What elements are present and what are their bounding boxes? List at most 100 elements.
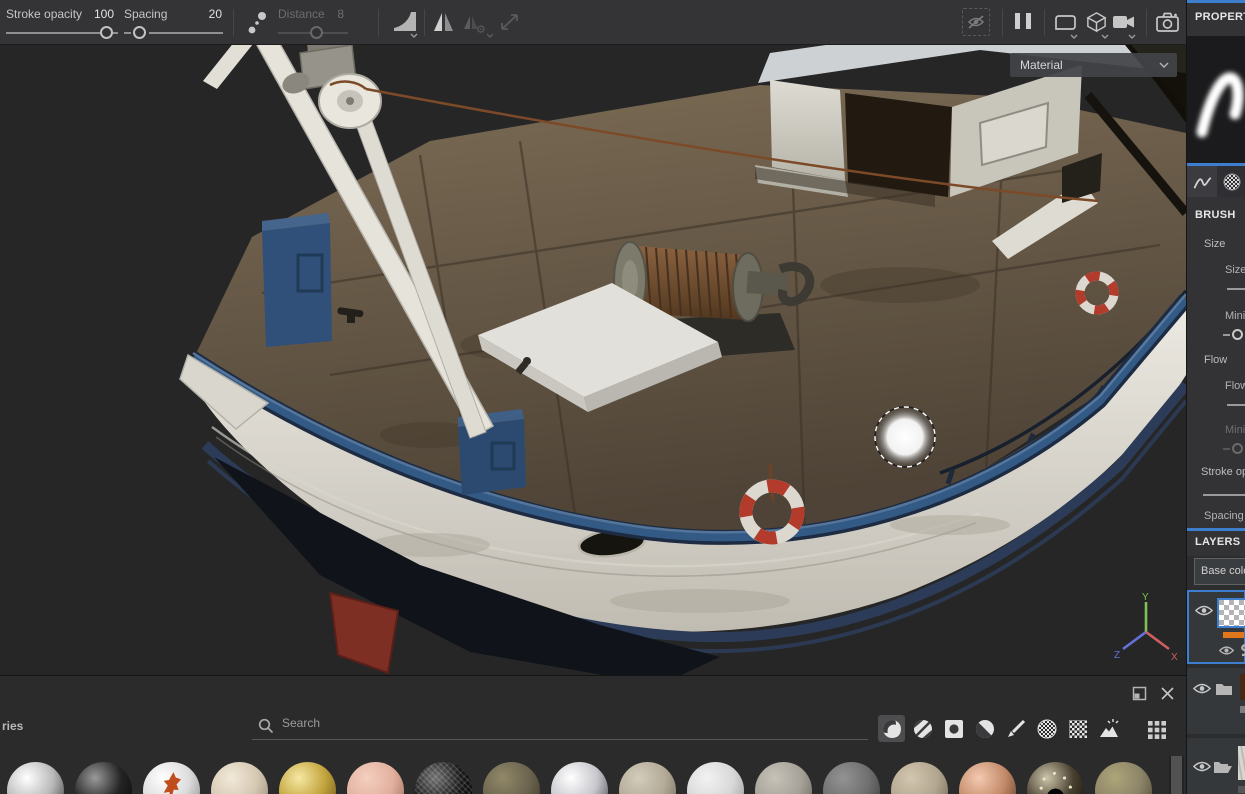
material-sphere[interactable] xyxy=(959,762,1016,794)
chevron-down-icon[interactable] xyxy=(410,33,418,38)
pause-icon[interactable] xyxy=(1012,13,1034,29)
layer-visibility-eye-icon[interactable] xyxy=(1193,682,1211,695)
channel-filter-dropdown[interactable]: Base color xyxy=(1194,558,1245,585)
spacing-slider-handle[interactable] xyxy=(133,26,146,39)
shelf-breadcrumb[interactable]: ries xyxy=(2,719,23,733)
display-mode-icon[interactable] xyxy=(1053,13,1078,32)
tab-alpha[interactable] xyxy=(1217,166,1245,197)
material-sphere[interactable] xyxy=(143,762,200,794)
substance-painter-window: Stroke opacity 100 Spacing 20 Distance 8… xyxy=(0,0,1245,794)
material-sphere[interactable] xyxy=(823,762,880,794)
smart-material-sphere-icon xyxy=(912,718,934,740)
material-sphere[interactable] xyxy=(687,762,744,794)
material-sphere[interactable] xyxy=(483,762,540,794)
distance-slider-handle xyxy=(310,26,323,39)
material-sphere[interactable] xyxy=(7,762,64,794)
material-sphere[interactable] xyxy=(1095,762,1152,794)
search-input[interactable] xyxy=(282,716,842,730)
spacing-value[interactable]: 20 xyxy=(196,7,222,21)
axis-x-label: X xyxy=(1171,652,1178,663)
material-sphere[interactable] xyxy=(75,762,132,794)
paint-through-icon xyxy=(962,8,990,36)
symmetry-settings-icon: ⚙ xyxy=(462,12,488,34)
chevron-down-icon[interactable] xyxy=(1070,34,1078,39)
stroke-opacity-slider-handle[interactable] xyxy=(100,26,113,39)
axis-y-label: Y xyxy=(1142,592,1149,603)
layer-thumbnail[interactable] xyxy=(1217,598,1245,628)
layer-thumbnail[interactable] xyxy=(1240,674,1245,700)
close-panel-icon[interactable] xyxy=(1160,686,1175,704)
boat-3d-render xyxy=(0,45,1186,675)
material-sphere[interactable] xyxy=(415,762,472,794)
filter-brushes-button[interactable] xyxy=(1002,715,1029,742)
brush-toolbar: Stroke opacity 100 Spacing 20 Distance 8… xyxy=(0,0,1186,45)
material-sphere[interactable] xyxy=(619,762,676,794)
shelf-scrollbar[interactable] xyxy=(1169,756,1184,794)
texture-checker-icon xyxy=(1067,718,1089,740)
filter-smart-masks-button[interactable] xyxy=(940,715,967,742)
brush-stroke-icon xyxy=(1192,173,1212,191)
filter-textures-button[interactable] xyxy=(1064,715,1091,742)
shelf-display-options-icon[interactable] xyxy=(1147,720,1167,743)
shelf-filter-bar xyxy=(878,715,1122,742)
material-sphere[interactable] xyxy=(1027,762,1084,794)
material-sphere[interactable] xyxy=(279,762,336,794)
layer-visibility-eye-icon[interactable] xyxy=(1193,760,1211,773)
shelf-search[interactable] xyxy=(252,714,868,740)
panel-stroke-opacity-label: Stroke opacity xyxy=(1201,466,1245,478)
effect-stack-icon[interactable] xyxy=(1238,643,1245,657)
material-sphere[interactable] xyxy=(551,762,608,794)
symmetry-icon[interactable] xyxy=(432,11,456,33)
material-sphere[interactable] xyxy=(347,762,404,794)
chevron-down-icon[interactable] xyxy=(1101,34,1109,39)
min-flow-slider xyxy=(1223,448,1230,450)
filter-smart-materials-button[interactable] xyxy=(909,715,936,742)
shader-cube-icon[interactable] xyxy=(1085,11,1108,34)
spacing-slider-track[interactable] xyxy=(149,32,223,34)
camera-view-icon[interactable] xyxy=(1112,13,1136,31)
layer-visibility-eye-icon[interactable] xyxy=(1195,604,1213,617)
size-label: Size xyxy=(1225,264,1245,276)
viewport-3d-canvas[interactable]: Material Y Z X xyxy=(0,45,1186,675)
stroke-opacity-value[interactable]: 100 xyxy=(88,7,114,21)
shading-mode-dropdown[interactable]: Material xyxy=(1010,53,1177,77)
panel-stroke-opacity-slider[interactable] xyxy=(1203,494,1245,496)
tab-brush[interactable] xyxy=(1187,166,1217,197)
layer-thumbnail[interactable] xyxy=(1238,746,1245,780)
filter-materials-button[interactable] xyxy=(878,715,905,742)
size-slider[interactable] xyxy=(1227,288,1245,290)
spacing-label: Spacing xyxy=(124,7,167,21)
panel-accent-line xyxy=(1187,528,1245,531)
folder-open-icon xyxy=(1213,759,1233,774)
min-size-slider-handle[interactable] xyxy=(1232,329,1243,340)
layer-row-folder-open[interactable] xyxy=(1187,738,1245,794)
effect-visibility-eye-icon[interactable] xyxy=(1219,645,1234,656)
undock-panel-icon[interactable] xyxy=(1132,686,1147,704)
filter-environments-button[interactable] xyxy=(1095,715,1122,742)
flow-slider[interactable] xyxy=(1227,404,1245,406)
chevron-down-icon[interactable] xyxy=(1128,34,1136,39)
smart-mask-icon xyxy=(943,718,965,740)
toolbar-separator xyxy=(1002,9,1003,36)
spacing-slider[interactable] xyxy=(124,32,131,34)
falloff-curve-icon[interactable] xyxy=(392,10,418,34)
stars-overlay xyxy=(1027,762,1084,794)
filter-alphas-button[interactable] xyxy=(1033,715,1060,742)
material-sphere[interactable] xyxy=(755,762,812,794)
material-sphere[interactable] xyxy=(211,762,268,794)
stroke-opacity-label: Stroke opacity xyxy=(6,7,82,21)
scatter-icon[interactable] xyxy=(244,8,270,38)
properties-panel-title: PROPERTIES xyxy=(1187,11,1245,23)
filter-filters-button[interactable] xyxy=(971,715,998,742)
layer-row-selected[interactable] xyxy=(1187,590,1245,664)
layer-color-bar xyxy=(1240,706,1245,713)
layer-row-folder[interactable] xyxy=(1187,668,1245,734)
snapshot-camera-icon[interactable] xyxy=(1155,10,1181,34)
material-sphere[interactable] xyxy=(891,762,948,794)
flow-group-label: Flow xyxy=(1204,354,1227,366)
panel-accent-line xyxy=(1187,0,1245,3)
paintbrush-icon xyxy=(1005,718,1027,740)
toolbar-separator xyxy=(378,9,379,36)
min-size-slider[interactable] xyxy=(1223,334,1230,336)
layers-list: Base color xyxy=(1187,556,1245,794)
